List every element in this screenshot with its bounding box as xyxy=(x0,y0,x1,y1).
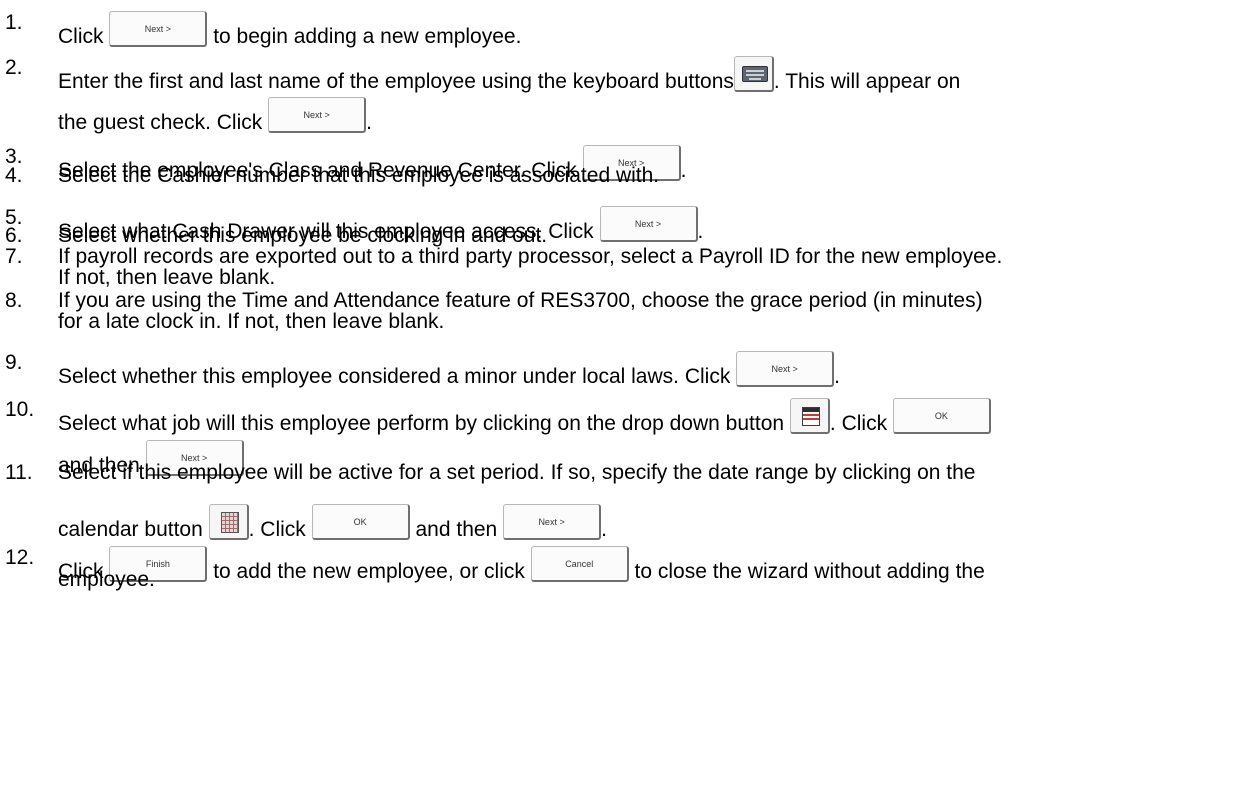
ok-button[interactable]: OK xyxy=(311,504,410,540)
next-button[interactable]: Next > xyxy=(736,351,835,387)
calendar-button[interactable] xyxy=(208,504,249,540)
calendar-icon xyxy=(220,512,239,533)
next-button[interactable]: Next > xyxy=(599,206,698,242)
next-button[interactable]: Next > xyxy=(109,11,208,47)
ok-button[interactable]: OK xyxy=(892,398,991,434)
next-button[interactable]: Next > xyxy=(268,97,367,133)
next-button[interactable]: Next > xyxy=(503,504,602,540)
cancel-button[interactable]: Cancel xyxy=(530,546,629,582)
keyboard-button[interactable] xyxy=(733,56,774,92)
document-page: { "buttons": { "next": "Next >", "ok": "… xyxy=(0,0,1258,792)
keyboard-icon xyxy=(741,66,768,82)
dropdown-list-icon xyxy=(801,407,820,426)
dropdown-button[interactable] xyxy=(789,398,830,434)
